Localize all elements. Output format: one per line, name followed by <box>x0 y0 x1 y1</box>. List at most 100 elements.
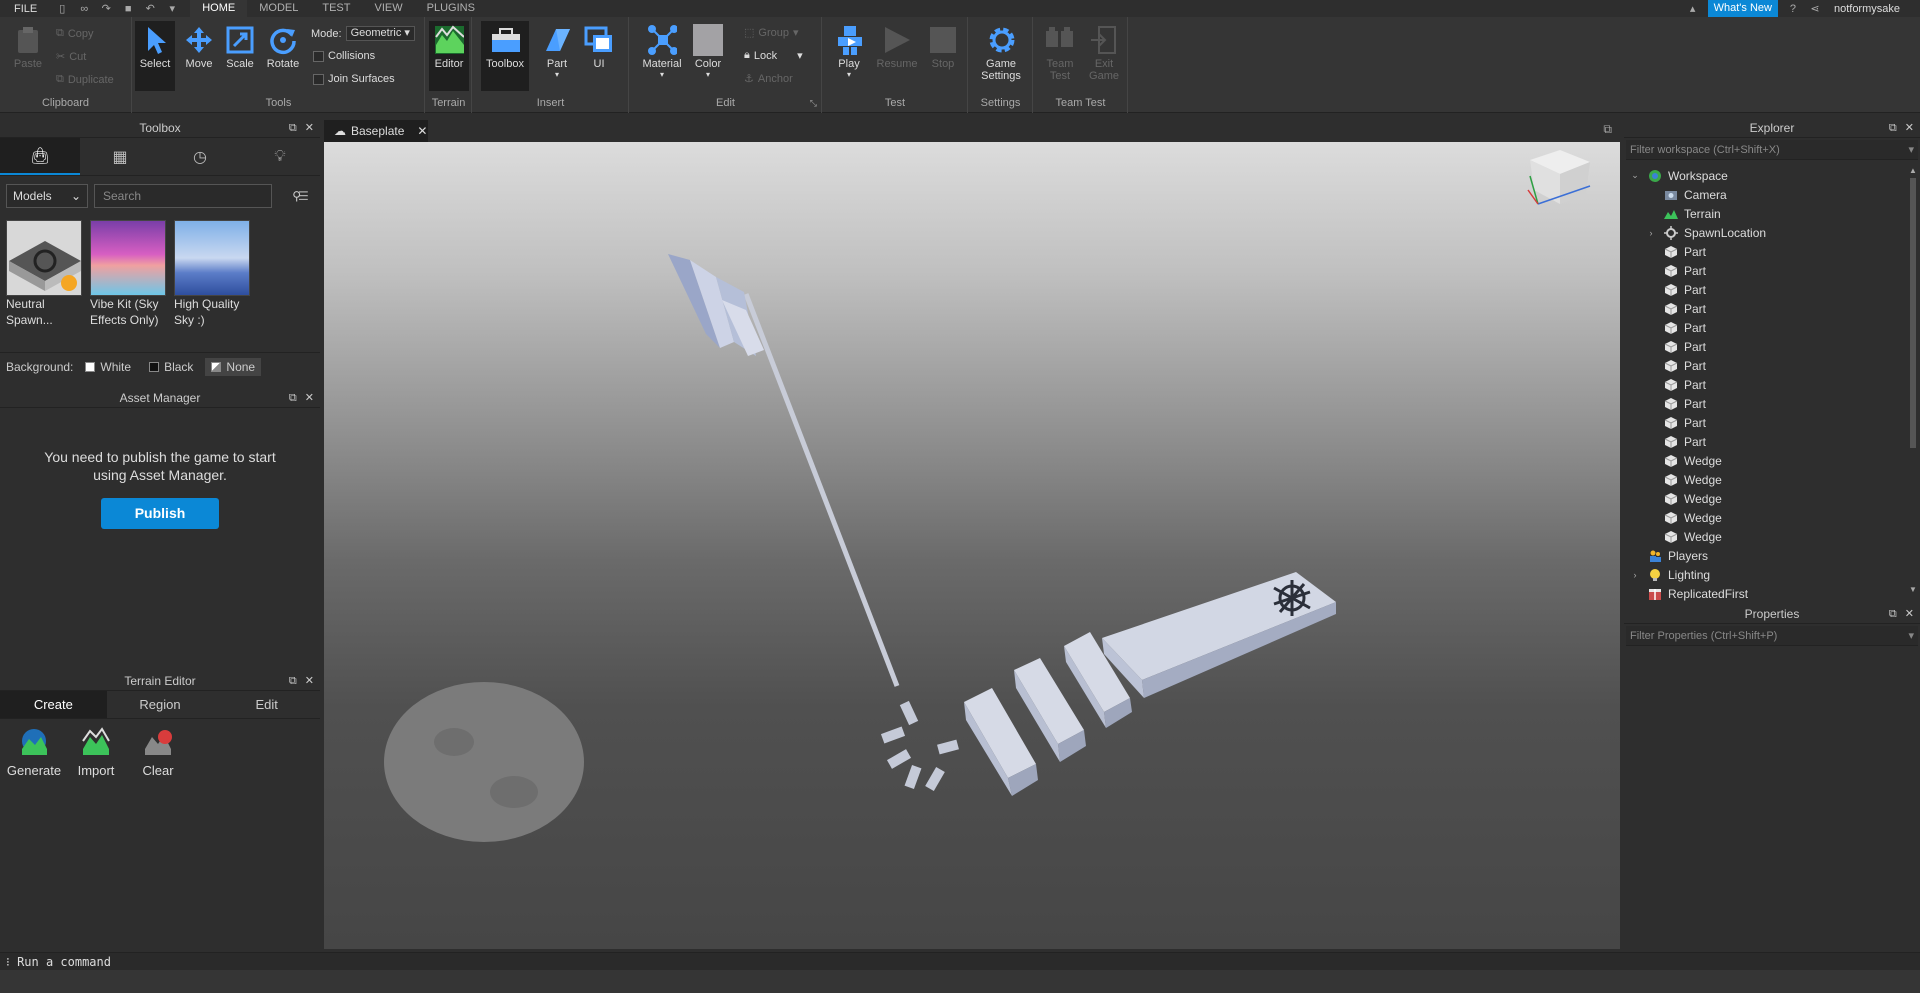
explorer-filter-input[interactable]: Filter workspace (Ctrl+Shift+X) ▾ <box>1626 140 1918 160</box>
explorer-item[interactable]: Part <box>1624 318 1906 337</box>
mode-selector[interactable]: Mode: Geometric ▾ <box>311 26 415 41</box>
explorer-item[interactable]: Part <box>1624 413 1906 432</box>
scale-tool-button[interactable]: Scale <box>220 25 260 70</box>
lock-button[interactable]: 🔒︎ Lock ▾ <box>744 49 803 62</box>
material-button[interactable]: Material ▾ <box>640 25 684 79</box>
explorer-item[interactable]: Camera <box>1624 185 1906 204</box>
explorer-item[interactable]: Wedge <box>1624 470 1906 489</box>
team-test-button[interactable]: Team Test <box>1040 25 1080 82</box>
bg-black-option[interactable]: Black <box>143 358 199 376</box>
tab-region[interactable]: Region <box>107 691 214 718</box>
mode-dropdown[interactable]: Geometric ▾ <box>345 26 415 41</box>
rotate-tool-button[interactable]: Rotate <box>263 25 303 70</box>
save-icon[interactable]: ■ <box>122 3 134 15</box>
explorer-item[interactable]: Part <box>1624 432 1906 451</box>
explorer-item[interactable]: Part <box>1624 394 1906 413</box>
explorer-item[interactable]: Players <box>1624 546 1906 565</box>
customize-icon[interactable]: ▾ <box>166 3 178 15</box>
copy-button[interactable]: ⧉ Copy <box>56 27 94 40</box>
restore-icon[interactable]: ⧉ <box>289 118 297 138</box>
tab-create[interactable]: Create <box>0 691 107 718</box>
collisions-checkbox[interactable] <box>313 50 324 62</box>
restore-icon[interactable]: ⧉ <box>1889 118 1897 138</box>
move-tool-button[interactable]: Move <box>179 25 219 70</box>
group-button[interactable]: ⬚ Group ▾ <box>744 26 799 40</box>
join-surfaces-toggle[interactable]: Join Surfaces <box>313 73 395 85</box>
cut-button[interactable]: ✂ Cut <box>56 50 86 64</box>
play-button[interactable]: Play ▾ <box>829 25 869 79</box>
properties-filter-input[interactable]: Filter Properties (Ctrl+Shift+P) ▾ <box>1626 626 1918 646</box>
explorer-item[interactable]: Part <box>1624 356 1906 375</box>
ui-button[interactable]: UI <box>579 25 619 70</box>
part-button[interactable]: Part ▾ <box>537 25 577 79</box>
duplicate-button[interactable]: ⧉ Duplicate <box>56 73 114 86</box>
scroll-thumb[interactable] <box>1910 178 1916 448</box>
explorer-item[interactable]: Wedge <box>1624 451 1906 470</box>
explorer-item[interactable]: Part <box>1624 299 1906 318</box>
toolbox-button[interactable]: Toolbox <box>481 21 529 91</box>
exit-game-button[interactable]: Exit Game <box>1084 25 1124 82</box>
close-icon[interactable]: ✕ <box>305 388 314 408</box>
bg-white-option[interactable]: White <box>79 358 137 376</box>
search-icon[interactable]: ⚲ <box>292 185 301 207</box>
select-tool-button[interactable]: Select <box>135 21 175 91</box>
scroll-up-icon[interactable]: ▲ <box>1909 166 1917 175</box>
explorer-item[interactable]: Wedge <box>1624 527 1906 546</box>
explorer-item[interactable]: Part <box>1624 242 1906 261</box>
undo-icon[interactable]: ↶ <box>144 3 156 15</box>
chevron-right-icon[interactable]: › <box>1630 570 1640 580</box>
binoculars-icon[interactable]: ∞ <box>78 3 90 15</box>
document-tab-baseplate[interactable]: ☁ Baseplate ✕ <box>324 120 428 142</box>
close-icon[interactable]: ✕ <box>305 118 314 138</box>
generate-tool[interactable]: Generate <box>4 727 64 778</box>
redo-icon[interactable]: ↷ <box>100 3 112 15</box>
restore-icon[interactable]: ⧉ <box>289 388 297 408</box>
new-file-icon[interactable]: ▯ <box>56 3 68 15</box>
tab-home[interactable]: HOME <box>190 0 248 17</box>
command-bar[interactable]: ⁝ Run a command <box>0 952 1920 970</box>
close-icon[interactable]: ✕ <box>417 124 427 138</box>
explorer-item[interactable]: › Lighting <box>1624 565 1906 584</box>
stop-button[interactable]: Stop <box>923 25 963 70</box>
bg-none-option[interactable]: None <box>205 357 262 376</box>
help-icon[interactable]: ? <box>1787 3 1799 15</box>
tab-view[interactable]: VIEW <box>362 0 414 17</box>
anchor-button[interactable]: ⚓︎ Anchor <box>744 72 793 86</box>
share-icon[interactable]: ⋖ <box>1809 3 1821 15</box>
restore-icon[interactable]: ⧉ <box>1889 604 1897 624</box>
restore-icon[interactable]: ⧉ <box>289 671 297 691</box>
explorer-item[interactable]: Part <box>1624 375 1906 394</box>
close-icon[interactable]: ✕ <box>1905 118 1914 138</box>
device-emulator-icon[interactable]: ⧉ <box>1603 122 1612 137</box>
explorer-item[interactable]: Wedge <box>1624 489 1906 508</box>
file-menu[interactable]: FILE <box>0 3 51 15</box>
tab-model[interactable]: MODEL <box>247 0 310 17</box>
explorer-item[interactable]: ⌄ Workspace <box>1624 166 1906 185</box>
resume-button[interactable]: Resume <box>875 25 919 70</box>
explorer-scrollbar[interactable]: ▲ ▼ <box>1908 166 1918 594</box>
tab-recent[interactable]: ◷ <box>160 138 240 175</box>
tab-inventory[interactable]: ▦ <box>80 138 160 175</box>
category-dropdown[interactable]: Models ⌄ <box>6 184 88 208</box>
paste-button[interactable]: Paste <box>10 25 46 70</box>
explorer-item[interactable]: Part <box>1624 261 1906 280</box>
explorer-item[interactable]: ReplicatedFirst <box>1624 584 1906 603</box>
tab-marketplace[interactable]: 👜︎ <box>0 138 80 175</box>
publish-button[interactable]: Publish <box>101 498 219 529</box>
clear-tool[interactable]: Clear <box>128 727 188 778</box>
search-input[interactable]: Search ⚲ <box>94 184 301 208</box>
view-cube[interactable] <box>1527 150 1591 205</box>
tab-plugins[interactable]: PLUGINS <box>415 0 487 17</box>
toolbox-item[interactable]: Neutral Spawn... <box>6 220 84 328</box>
username[interactable]: notformysake <box>1826 3 1920 15</box>
chevron-down-icon[interactable]: ▾ <box>1908 140 1914 160</box>
import-tool[interactable]: Import <box>66 727 126 778</box>
game-settings-button[interactable]: Game Settings <box>975 25 1027 82</box>
edit-expand-icon[interactable]: ⤡ <box>810 98 817 109</box>
toolbox-item[interactable]: Vibe Kit (Sky Effects Only) <box>90 220 168 328</box>
chevron-down-icon[interactable]: ⌄ <box>1630 170 1640 181</box>
explorer-item[interactable]: Terrain <box>1624 204 1906 223</box>
explorer-item[interactable]: Wedge <box>1624 508 1906 527</box>
chevron-right-icon[interactable]: › <box>1646 228 1656 238</box>
tab-test[interactable]: TEST <box>310 0 362 17</box>
